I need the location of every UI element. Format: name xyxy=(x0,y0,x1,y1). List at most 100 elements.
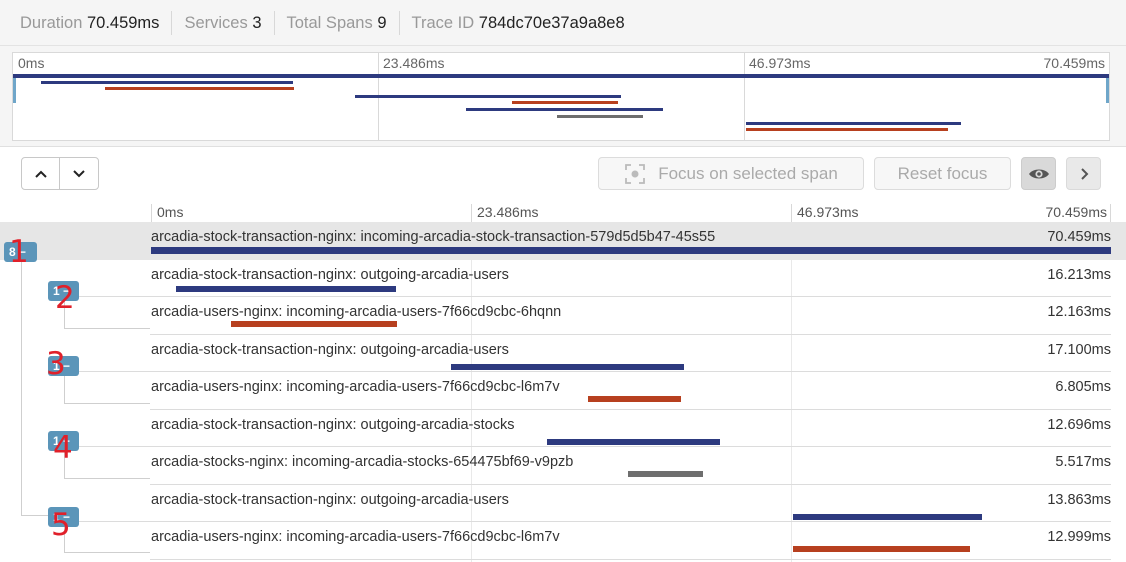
span-navigation-group xyxy=(21,157,99,190)
annotation-number: 4 xyxy=(53,430,73,466)
span-bar[interactable] xyxy=(231,320,398,327)
span-name: arcadia-users-nginx: incoming-arcadia-us… xyxy=(151,304,562,320)
annotation-number: 2 xyxy=(55,280,75,316)
services-summary: Services 3 xyxy=(172,10,275,35)
chevron-right-icon xyxy=(1080,167,1088,180)
minimap-gridline xyxy=(744,53,745,140)
span-row[interactable]: arcadia-stock-transaction-nginx: outgoin… xyxy=(0,260,1126,297)
minimap-left-handle[interactable] xyxy=(13,75,16,103)
duration-value: 70.459ms xyxy=(86,13,160,32)
ruler-tick xyxy=(791,204,792,222)
minimap-span-bar xyxy=(745,122,962,125)
span-row[interactable]: arcadia-users-nginx: incoming-arcadia-us… xyxy=(0,297,1126,335)
span-name: arcadia-stock-transaction-nginx: outgoin… xyxy=(151,416,515,433)
span-bar[interactable] xyxy=(792,513,982,520)
minimap-span-bar xyxy=(745,128,948,131)
focus-target-icon xyxy=(625,163,646,184)
span-row[interactable]: arcadia-stock-transaction-nginx: outgoin… xyxy=(0,485,1126,522)
ruler-tick xyxy=(1110,204,1111,222)
reset-focus-button[interactable]: Reset focus xyxy=(874,157,1011,190)
span-bar[interactable] xyxy=(151,247,1111,254)
ruler-tick-label: 23.486ms xyxy=(477,204,539,220)
toggle-visibility-button[interactable] xyxy=(1021,157,1056,190)
trace-summary-bar: Duration 70.459ms Services 3 Total Spans… xyxy=(0,0,1126,46)
span-name: arcadia-stock-transaction-nginx: outgoin… xyxy=(151,266,509,283)
next-span-button[interactable] xyxy=(60,158,98,189)
span-row[interactable]: arcadia-stock-transaction-nginx: incomin… xyxy=(0,222,1126,260)
minimap-span-bar xyxy=(512,101,619,104)
previous-span-button[interactable] xyxy=(22,158,60,189)
duration-summary: Duration 70.459ms xyxy=(8,10,173,35)
span-row[interactable]: arcadia-stock-transaction-nginx: outgoin… xyxy=(0,410,1126,447)
ruler-tick-label: 70.459ms xyxy=(1045,204,1107,220)
minimap-span-bar xyxy=(355,95,622,98)
span-duration: 13.863ms xyxy=(1047,491,1111,508)
annotation-number: 5 xyxy=(51,507,71,543)
expand-panel-button[interactable] xyxy=(1066,157,1101,190)
trace-id-value: 784dc70e37a9a8e8 xyxy=(478,13,625,32)
trace-toolbar: Focus on selected span Reset focus xyxy=(0,148,1126,204)
span-bar[interactable] xyxy=(547,438,721,445)
chevron-up-icon xyxy=(34,170,47,178)
reset-button-label: Reset focus xyxy=(897,163,988,183)
annotation-number: 1 xyxy=(9,234,29,270)
tree-connector xyxy=(21,262,22,515)
ruler-tick xyxy=(471,204,472,222)
total-spans-value: 9 xyxy=(377,13,387,32)
time-ruler: 0ms 23.486ms 46.973ms 70.459ms xyxy=(0,204,1126,222)
span-row[interactable]: arcadia-users-nginx: incoming-arcadia-us… xyxy=(0,522,1126,560)
services-value: 3 xyxy=(252,13,262,32)
row-divider xyxy=(150,558,1111,560)
span-duration: 16.213ms xyxy=(1047,266,1111,283)
ruler-tick-label: 0ms xyxy=(157,204,184,220)
span-duration: 5.517ms xyxy=(1055,454,1111,470)
span-duration: 12.696ms xyxy=(1047,416,1111,433)
span-duration: 6.805ms xyxy=(1055,379,1111,395)
ruler-tick xyxy=(151,204,152,222)
chevron-down-icon xyxy=(73,169,85,177)
eye-icon xyxy=(1028,169,1049,178)
minimap-span-bar xyxy=(557,115,644,118)
services-label: Services xyxy=(184,13,248,32)
ruler-tick-label: 46.973ms xyxy=(797,204,859,220)
trace-id-label: Trace ID xyxy=(411,13,475,32)
focus-button-label: Focus on selected span xyxy=(658,163,838,183)
minimap-tick-label: 0ms xyxy=(18,55,45,71)
span-row[interactable]: arcadia-stock-transaction-nginx: outgoin… xyxy=(0,335,1126,372)
minimap-tick-label: 46.973ms xyxy=(749,55,811,71)
trace-minimap[interactable]: 0ms 23.486ms 46.973ms 70.459ms xyxy=(12,52,1110,141)
minimap-span-bar xyxy=(104,87,294,90)
minimap-span-bar xyxy=(465,108,664,111)
span-bar[interactable] xyxy=(588,395,682,402)
span-name: arcadia-stocks-nginx: incoming-arcadia-s… xyxy=(151,454,574,470)
span-name: arcadia-users-nginx: incoming-arcadia-us… xyxy=(151,529,560,545)
minimap-panel: 0ms 23.486ms 46.973ms 70.459ms xyxy=(0,46,1126,147)
span-row[interactable]: arcadia-users-nginx: incoming-arcadia-us… xyxy=(0,372,1126,410)
total-spans-label: Total Spans xyxy=(286,13,373,32)
span-bar[interactable] xyxy=(175,285,397,292)
span-duration: 17.100ms xyxy=(1047,341,1111,358)
span-duration: 12.999ms xyxy=(1047,529,1111,545)
total-spans-summary: Total Spans 9 xyxy=(275,10,400,35)
span-bar[interactable] xyxy=(450,363,684,370)
tree-connector xyxy=(64,552,150,553)
span-duration: 70.459ms xyxy=(1047,229,1111,245)
trace-id-summary: Trace ID 784dc70e37a9a8e8 xyxy=(400,11,637,35)
span-row[interactable]: arcadia-stocks-nginx: incoming-arcadia-s… xyxy=(0,447,1126,485)
minimap-span-bar xyxy=(13,74,1109,78)
minimap-right-handle[interactable] xyxy=(1106,75,1109,103)
span-name: arcadia-stock-transaction-nginx: outgoin… xyxy=(151,341,509,358)
duration-label: Duration xyxy=(20,13,83,32)
span-name: arcadia-stock-transaction-nginx: incomin… xyxy=(151,229,716,245)
focus-selected-span-button[interactable]: Focus on selected span xyxy=(598,157,864,190)
span-bar[interactable] xyxy=(627,470,704,477)
minimap-tick-label: 70.459ms xyxy=(1043,55,1105,71)
span-name: arcadia-stock-transaction-nginx: outgoin… xyxy=(151,491,509,508)
tree-connector xyxy=(64,403,150,404)
tree-connector xyxy=(64,328,150,329)
minimap-tick-label: 23.486ms xyxy=(383,55,445,71)
minimap-span-bar xyxy=(40,81,294,84)
tree-connector xyxy=(64,478,150,479)
span-bar[interactable] xyxy=(792,545,970,552)
annotation-number: 3 xyxy=(46,346,66,382)
